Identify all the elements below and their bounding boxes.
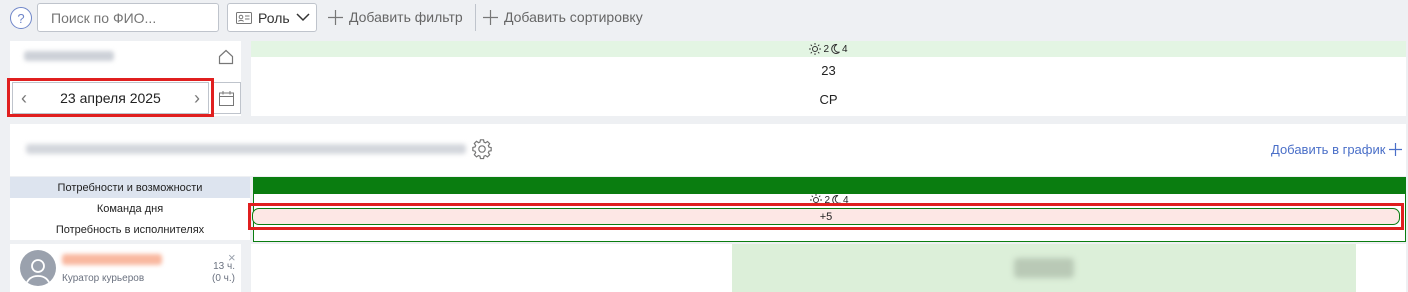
sun-icon [809, 43, 822, 55]
day-shift-summary: 2 4 [251, 41, 1406, 57]
calendar-button[interactable] [212, 82, 241, 114]
id-card-icon [236, 11, 252, 24]
add-to-schedule-button[interactable]: Добавить в график [1271, 142, 1403, 157]
day-weekday: СР [819, 92, 838, 107]
needs-row-label: Потребности и возможности [10, 177, 250, 198]
moon-icon [831, 44, 840, 54]
person-role: Куратор курьеров [62, 273, 145, 284]
person-name-redacted [62, 254, 162, 265]
team-name-redacted [26, 144, 466, 154]
plus-icon [328, 9, 343, 25]
help-icon[interactable]: ? [10, 7, 32, 29]
chevron-down-icon [296, 13, 310, 22]
staff-need-row-label: Потребность в исполнителях [10, 219, 250, 240]
role-filter-button[interactable]: Роль [227, 3, 317, 32]
needs-bar [253, 177, 1406, 194]
role-filter-label: Роль [258, 9, 290, 26]
home-icon [218, 49, 234, 65]
night-shift-count: 4 [842, 43, 848, 55]
plus-icon [1389, 143, 1403, 156]
avatar [20, 250, 56, 286]
shift-block[interactable] [732, 244, 1356, 292]
toolbar-divider [475, 4, 476, 31]
gear-icon[interactable] [471, 138, 493, 160]
team-day-row-label: Команда дня [10, 198, 250, 219]
staff-need-highlight [248, 203, 1404, 230]
day-number: 23 [821, 63, 836, 78]
search-input[interactable] [37, 3, 219, 32]
shift-details-redacted [1014, 258, 1074, 278]
user-icon [25, 259, 51, 286]
remove-person-button[interactable]: × [228, 250, 236, 265]
add-filter-button[interactable]: Добавить фильтр [328, 9, 463, 25]
add-sort-label: Добавить сортировку [504, 9, 643, 25]
date-navigator-highlight [7, 78, 214, 117]
add-sort-button[interactable]: Добавить сортировку [483, 9, 643, 25]
home-button[interactable] [213, 44, 239, 70]
department-name-redacted [24, 51, 114, 61]
person-hours-extra: (0 ч.) [212, 273, 235, 284]
add-to-schedule-label: Добавить в график [1271, 142, 1386, 157]
add-filter-label: Добавить фильтр [349, 9, 463, 25]
plus-icon [483, 9, 498, 25]
calendar-icon [219, 90, 234, 106]
day-shift-count: 2 [823, 43, 829, 55]
